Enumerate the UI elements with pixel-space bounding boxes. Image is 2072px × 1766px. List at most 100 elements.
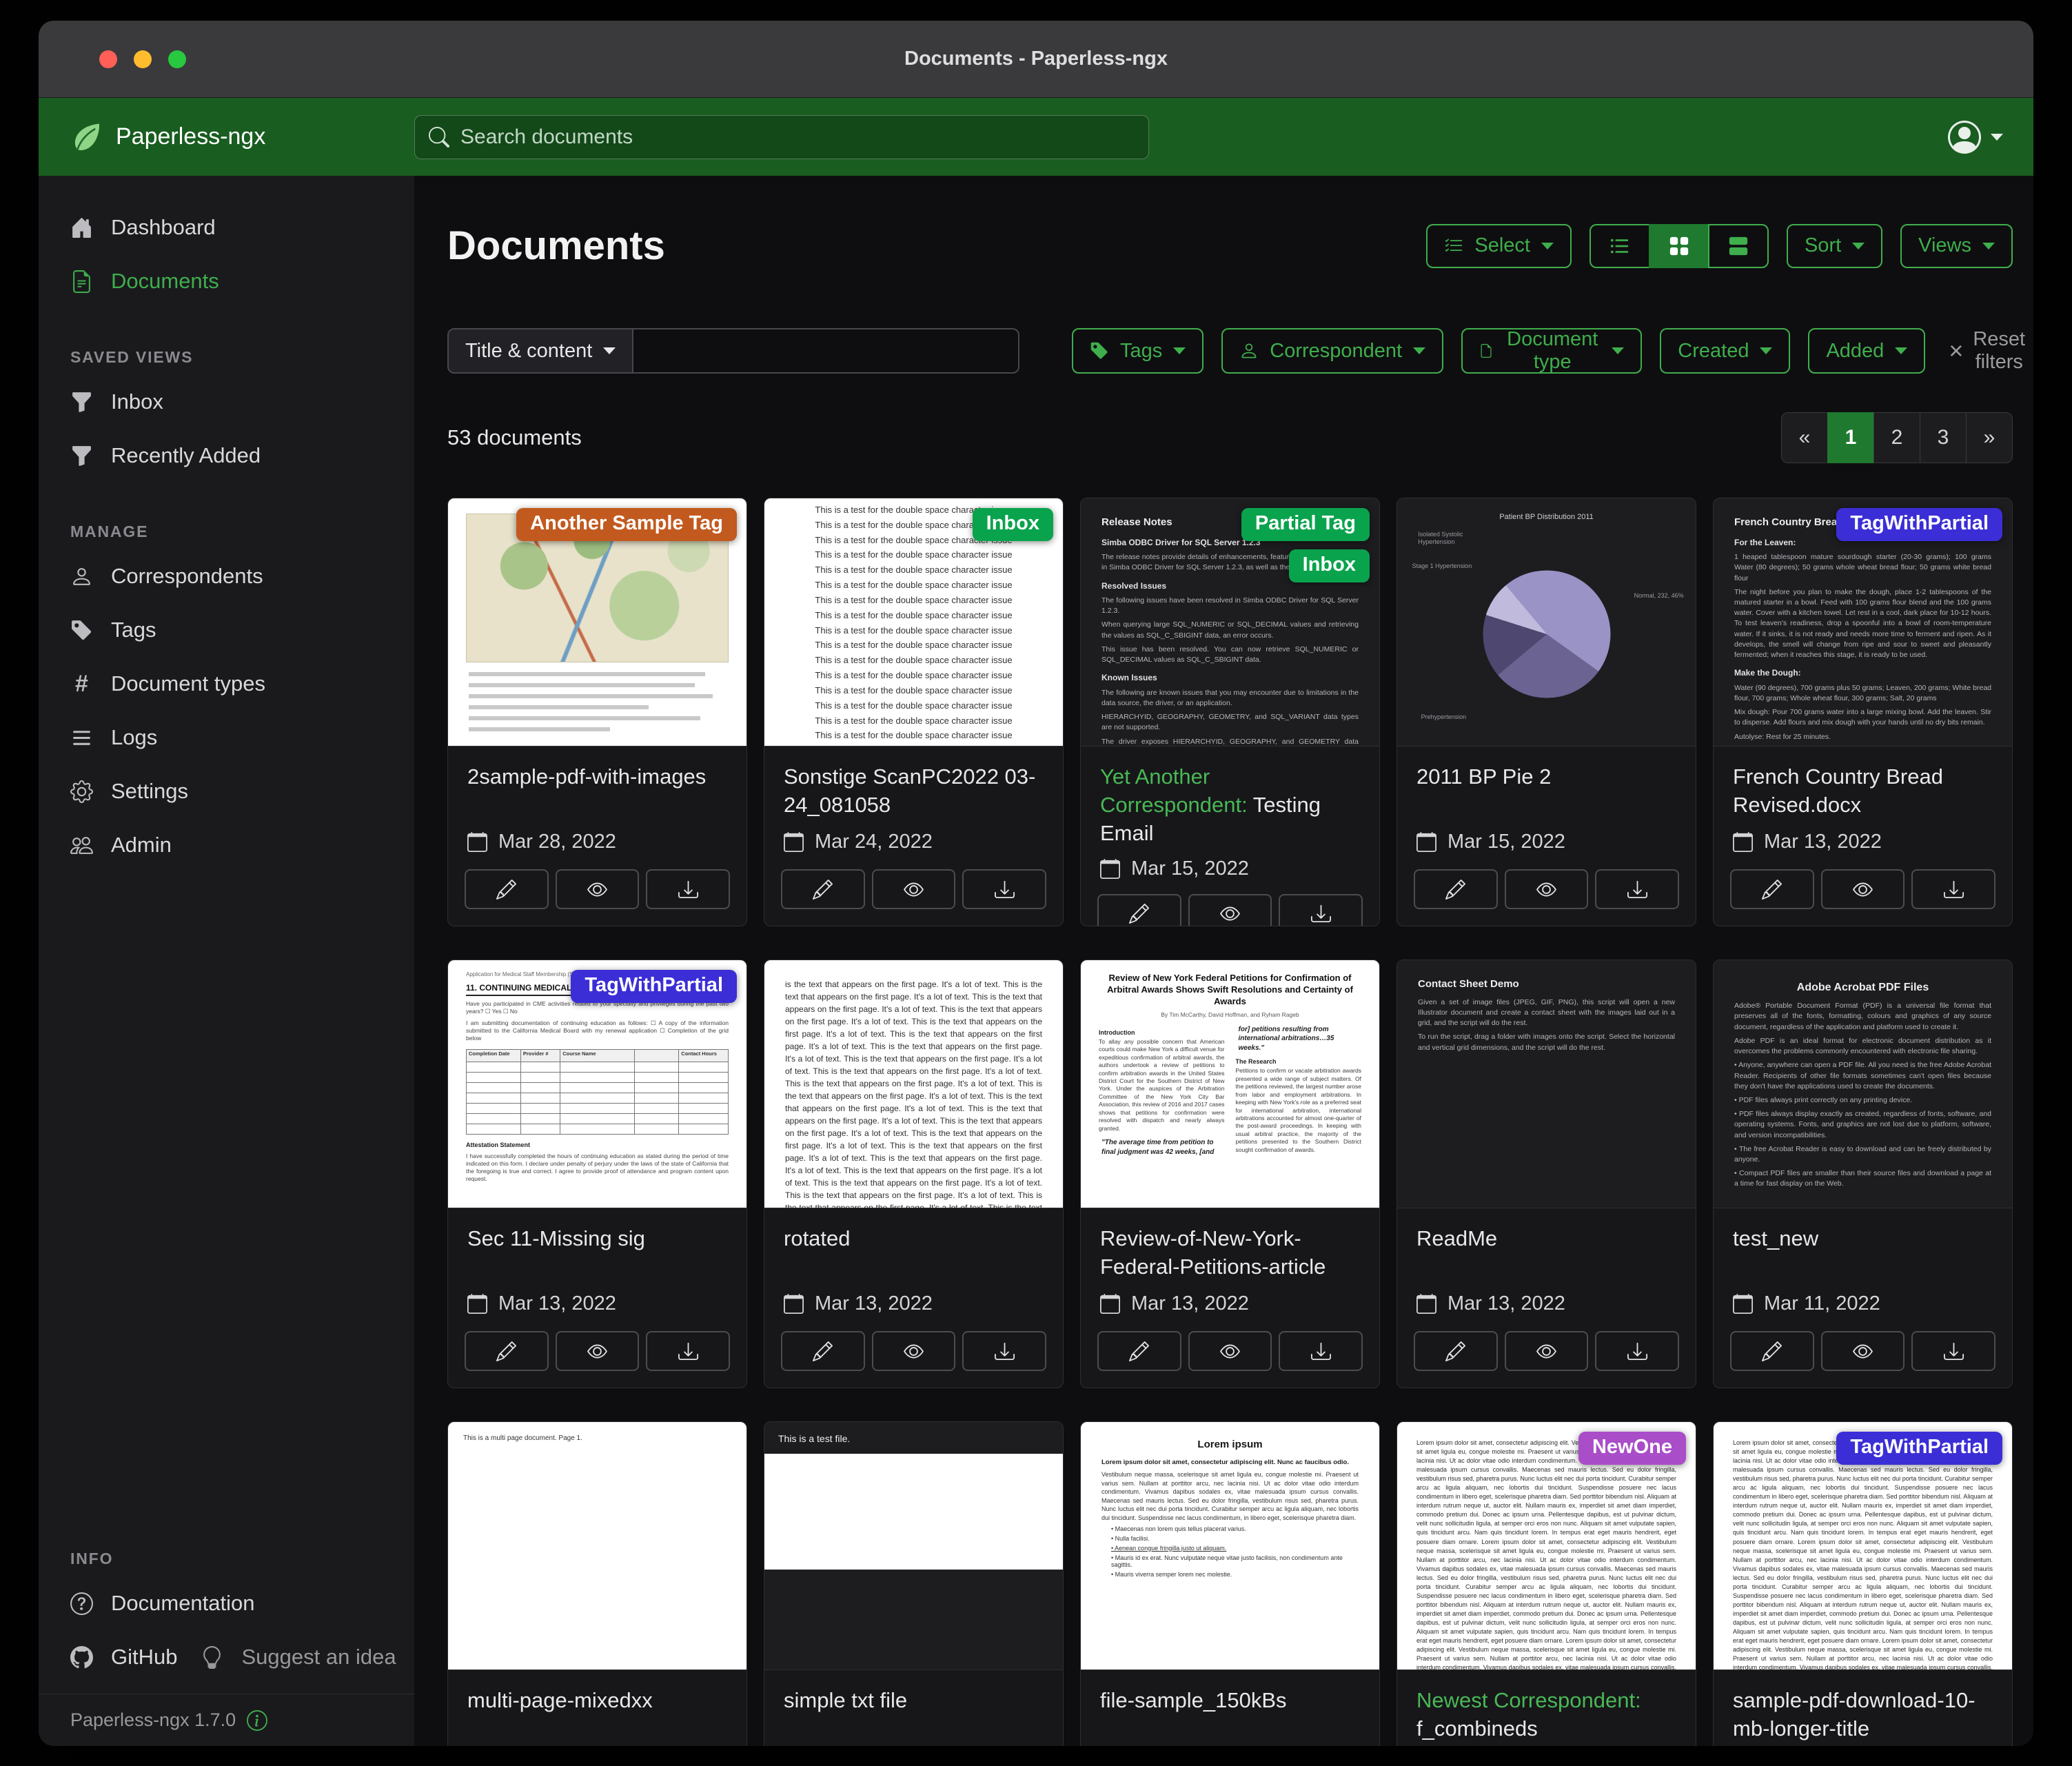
document-card[interactable]: Patient BP Distribution 2011Normal, 232,… xyxy=(1396,498,1696,926)
document-thumbnail[interactable]: Release NotesSimba ODBC Driver for SQL S… xyxy=(1081,498,1379,747)
tag-chip[interactable]: Partial Tag xyxy=(1241,508,1370,541)
select-button[interactable]: Select xyxy=(1426,224,1572,268)
document-title[interactable]: test_new xyxy=(1733,1225,1993,1283)
document-card[interactable]: Lorem ipsum dolor sit amet, consectetur … xyxy=(1396,1421,1696,1746)
close-window-button[interactable] xyxy=(99,50,117,68)
edit-button[interactable] xyxy=(1097,894,1181,926)
edit-button[interactable] xyxy=(465,1331,549,1371)
document-thumbnail[interactable]: This is a test file. xyxy=(764,1422,1063,1670)
document-card[interactable]: Another Sample Tag 2sample-pdf-with-imag… xyxy=(447,498,747,926)
download-button[interactable] xyxy=(1595,869,1679,909)
created-filter-button[interactable]: Created xyxy=(1660,328,1790,374)
reset-filters-button[interactable]: × Reset filters xyxy=(1949,328,2025,374)
tag-chip[interactable]: TagWithPartial xyxy=(1836,508,2002,541)
edit-button[interactable] xyxy=(1730,1331,1814,1371)
document-thumbnail[interactable]: Adobe Acrobat PDF FilesAdobe® Portable D… xyxy=(1714,960,2012,1208)
document-card[interactable]: Lorem ipsumLorem ipsum dolor sit amet, c… xyxy=(1080,1421,1380,1746)
document-card[interactable]: is the text that appears on the first pa… xyxy=(764,960,1064,1388)
document-title[interactable]: 2sample-pdf-with-images xyxy=(467,763,727,821)
preview-button[interactable] xyxy=(1188,1331,1272,1371)
sidebar-item-logs[interactable]: Logs xyxy=(39,711,414,764)
edit-button[interactable] xyxy=(781,869,865,909)
document-thumbnail[interactable]: This is a multi page document. Page 1. xyxy=(448,1422,746,1670)
global-search[interactable] xyxy=(414,115,1149,159)
download-button[interactable] xyxy=(646,869,730,909)
document-card[interactable]: This is a test for the double space char… xyxy=(764,498,1064,926)
document-thumbnail[interactable]: French Country BreadFor the Leaven:1 hea… xyxy=(1714,498,2012,747)
download-button[interactable] xyxy=(962,1331,1046,1371)
document-card[interactable]: Adobe Acrobat PDF FilesAdobe® Portable D… xyxy=(1713,960,2013,1388)
tag-chip[interactable]: Another Sample Tag xyxy=(516,508,737,541)
document-card[interactable]: Application for Medical Staff Membership… xyxy=(447,960,747,1388)
pagination-page-2[interactable]: 2 xyxy=(1873,412,1920,463)
document-title[interactable]: Sec 11-Missing sig xyxy=(467,1225,727,1283)
document-card[interactable]: French Country BreadFor the Leaven:1 hea… xyxy=(1713,498,2013,926)
sidebar-item-github[interactable]: GitHub xyxy=(39,1630,177,1684)
sidebar-item-admin[interactable]: Admin xyxy=(39,818,414,872)
sidebar-item-dashboard[interactable]: Dashboard xyxy=(39,201,414,254)
preview-button[interactable] xyxy=(556,869,640,909)
preview-button[interactable] xyxy=(872,869,956,909)
tags-filter-button[interactable]: Tags xyxy=(1072,328,1203,374)
document-correspondent[interactable]: Newest Correspondent: xyxy=(1416,1688,1641,1712)
sidebar-item-recently-added[interactable]: Recently Added xyxy=(39,429,414,483)
document-title[interactable]: rotated xyxy=(784,1225,1044,1283)
document-thumbnail[interactable]: Lorem ipsum dolor sit amet, consectetur … xyxy=(1714,1422,2012,1670)
tag-chip[interactable]: TagWithPartial xyxy=(571,970,737,1003)
document-card[interactable]: This is a test file. simple txt file xyxy=(764,1421,1064,1746)
document-card[interactable]: This is a multi page document. Page 1. m… xyxy=(447,1421,747,1746)
preview-button[interactable] xyxy=(1188,894,1272,926)
sidebar-item-correspondents[interactable]: Correspondents xyxy=(39,549,414,603)
document-title[interactable]: French Country Bread Revised.docx xyxy=(1733,763,1993,821)
edit-button[interactable] xyxy=(1730,869,1814,909)
download-button[interactable] xyxy=(962,869,1046,909)
preview-button[interactable] xyxy=(1821,1331,1905,1371)
document-thumbnail[interactable]: Patient BP Distribution 2011Normal, 232,… xyxy=(1397,498,1696,747)
sidebar-item-settings[interactable]: Settings xyxy=(39,764,414,818)
document-correspondent[interactable]: Yet Another Correspondent: xyxy=(1100,764,1248,817)
document-title[interactable]: sample-pdf-download-10-mb-longer-title xyxy=(1733,1687,1993,1745)
edit-button[interactable] xyxy=(781,1331,865,1371)
document-title[interactable]: simple txt file xyxy=(784,1687,1044,1745)
title-content-dropdown[interactable]: Title & content xyxy=(447,328,633,374)
edit-button[interactable] xyxy=(465,869,549,909)
document-card[interactable]: Review of New York Federal Petitions for… xyxy=(1080,960,1380,1388)
document-thumbnail[interactable]: Lorem ipsum dolor sit amet, consectetur … xyxy=(1397,1422,1696,1670)
document-title[interactable]: ReadMe xyxy=(1416,1225,1676,1283)
added-filter-button[interactable]: Added xyxy=(1808,328,1925,374)
download-button[interactable] xyxy=(646,1331,730,1371)
document-thumbnail[interactable]: Another Sample Tag xyxy=(448,498,746,747)
document-title[interactable]: Sonstige ScanPC2022 03-24_081058 xyxy=(784,763,1044,821)
sort-button[interactable]: Sort xyxy=(1787,224,1882,268)
document-title[interactable]: Yet Another Correspondent: Testing Email xyxy=(1100,763,1360,848)
sidebar-item-documents[interactable]: Documents xyxy=(39,254,414,308)
edit-button[interactable] xyxy=(1414,1331,1498,1371)
sidebar-item-suggest-idea[interactable]: Suggest an idea xyxy=(177,1630,396,1684)
pagination-next[interactable]: » xyxy=(1966,412,2013,463)
document-title[interactable]: Newest Correspondent: f_combineds xyxy=(1416,1687,1676,1745)
edit-button[interactable] xyxy=(1097,1331,1181,1371)
sidebar-item-inbox[interactable]: Inbox xyxy=(39,375,414,429)
sidebar-item-documentation[interactable]: Documentation xyxy=(39,1576,414,1630)
download-button[interactable] xyxy=(1911,869,1995,909)
download-button[interactable] xyxy=(1279,894,1363,926)
edit-button[interactable] xyxy=(1414,869,1498,909)
zoom-window-button[interactable] xyxy=(168,50,186,68)
pagination-page-3[interactable]: 3 xyxy=(1920,412,1967,463)
document-thumbnail[interactable]: Lorem ipsumLorem ipsum dolor sit amet, c… xyxy=(1081,1422,1379,1670)
user-menu[interactable] xyxy=(1948,121,2003,154)
document-title[interactable]: 2011 BP Pie 2 xyxy=(1416,763,1676,821)
download-button[interactable] xyxy=(1911,1331,1995,1371)
document-card[interactable]: Release NotesSimba ODBC Driver for SQL S… xyxy=(1080,498,1380,926)
pagination-page-1[interactable]: 1 xyxy=(1827,412,1874,463)
correspondent-filter-button[interactable]: Correspondent xyxy=(1221,328,1443,374)
document-title[interactable]: Review-of-New-York-Federal-Petitions-art… xyxy=(1100,1225,1360,1283)
preview-button[interactable] xyxy=(556,1331,640,1371)
document-card[interactable]: Contact Sheet DemoGiven a set of image f… xyxy=(1396,960,1696,1388)
preview-button[interactable] xyxy=(1821,869,1905,909)
tag-chip[interactable]: Inbox xyxy=(1289,549,1370,582)
document-thumbnail[interactable]: Application for Medical Staff Membership… xyxy=(448,960,746,1208)
grid-view-button[interactable] xyxy=(1649,224,1709,268)
document-title[interactable]: multi-page-mixedxx xyxy=(467,1687,727,1745)
sidebar-item-tags[interactable]: Tags xyxy=(39,603,414,657)
